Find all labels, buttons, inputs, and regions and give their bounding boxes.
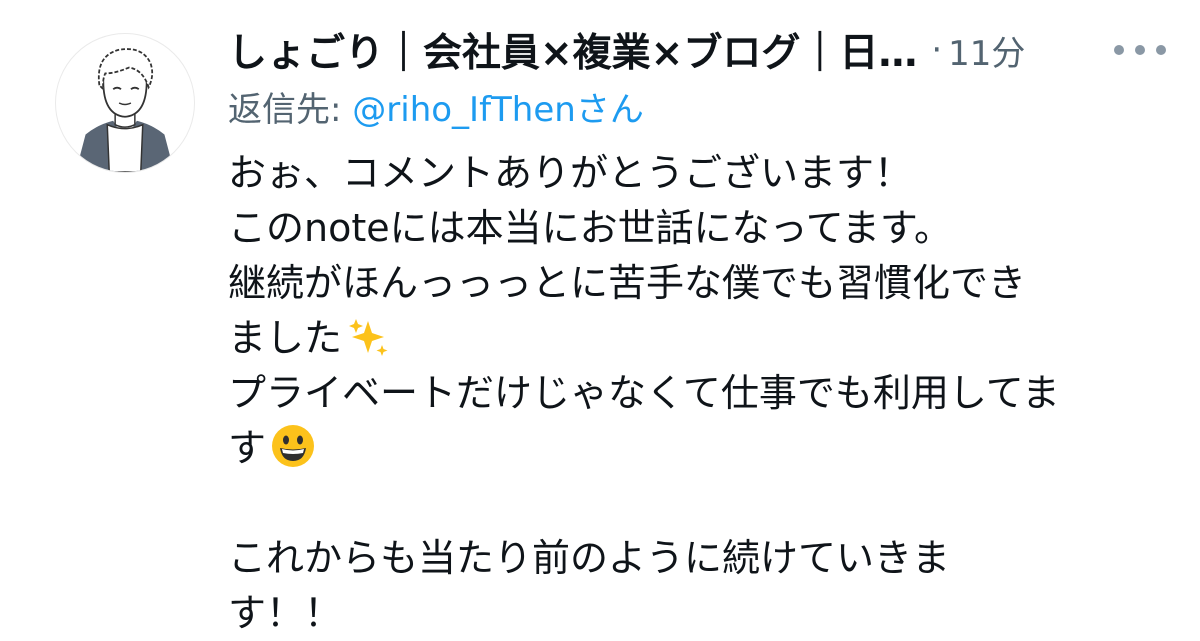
separator-dot: · bbox=[931, 30, 943, 70]
tweet-header: しょごり｜会社員×複業×ブログ｜日… · 11分 bbox=[228, 22, 1180, 78]
tweet-line: プライベートだけじゃなくて仕事でも利用してま bbox=[228, 371, 1060, 415]
display-name[interactable]: しょごり｜会社員×複業×ブログ｜日… bbox=[228, 22, 917, 78]
reply-mention-link[interactable]: @riho_IfThen bbox=[352, 90, 576, 130]
timestamp[interactable]: 11分 bbox=[948, 26, 1025, 75]
tweet-line: 継続がほんっっっとに苦手な僕でも習慣化でき bbox=[228, 261, 1027, 305]
tweet-line: す！！ bbox=[228, 591, 343, 635]
avatar[interactable] bbox=[55, 33, 195, 173]
tweet-line: これからも当たり前のように続けていきま bbox=[228, 536, 951, 580]
tweet-line: おぉ、コメントありがとうございます！ bbox=[228, 151, 913, 195]
tweet-line-with-emoji: す bbox=[228, 421, 1168, 476]
reply-prefix: 返信先: bbox=[228, 90, 353, 130]
avatar-illustration-icon bbox=[75, 48, 175, 172]
tweet-line-text: ました bbox=[228, 316, 343, 360]
tweet-line-with-emoji: ました bbox=[228, 311, 1168, 366]
reply-to-line: 返信先: @riho_IfThenさん bbox=[228, 82, 644, 131]
grinning-face-icon bbox=[270, 423, 316, 484]
more-dots-icon bbox=[1114, 45, 1166, 55]
tweet-line: このnoteには本当にお世話になってます。 bbox=[228, 206, 953, 250]
more-options-button[interactable] bbox=[1100, 25, 1180, 75]
tweet-text: おぉ、コメントありがとうございます！ このnoteには本当にお世話になってます。… bbox=[228, 146, 1168, 641]
reply-mention-suffix[interactable]: さん bbox=[576, 90, 644, 130]
tweet-line-text: す bbox=[228, 426, 267, 470]
